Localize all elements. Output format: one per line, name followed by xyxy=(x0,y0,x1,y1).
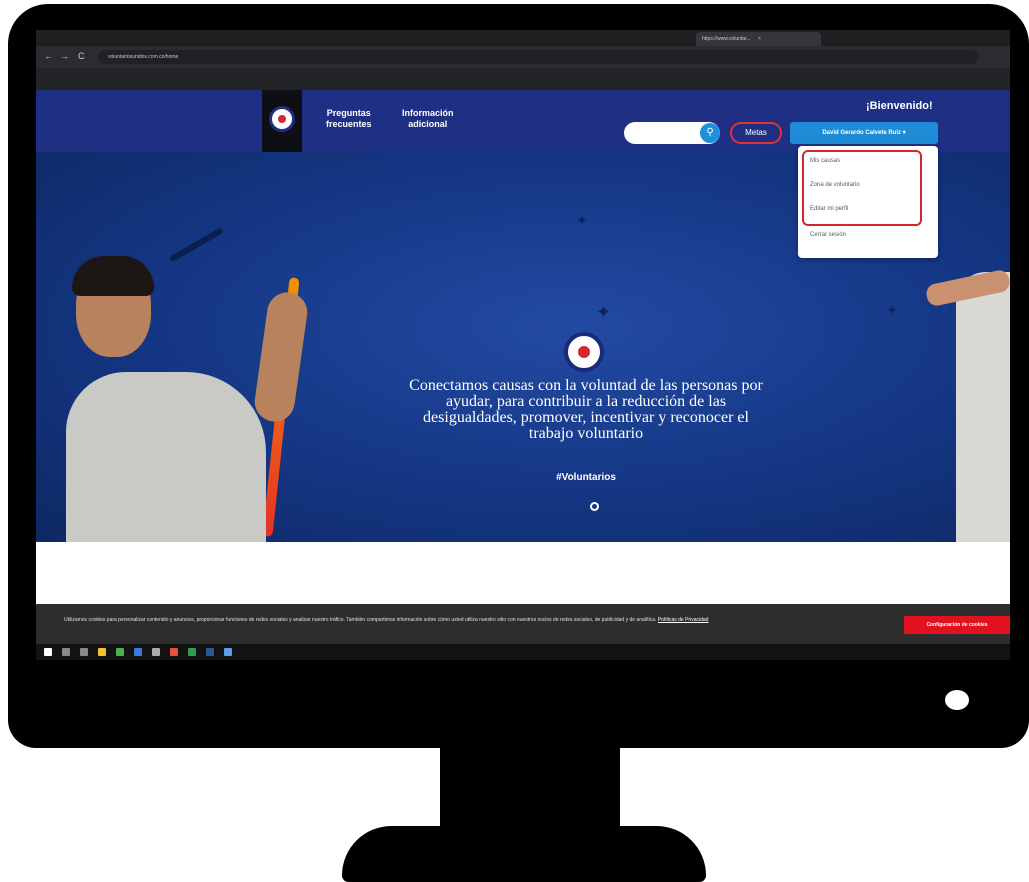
welcome-text: ¡Bienvenido! xyxy=(866,100,933,112)
hashtag: #Voluntarios xyxy=(556,472,616,483)
user-menu-button[interactable]: David Gerardo Calvete Ruiz ▾ xyxy=(790,122,938,144)
browser-tab[interactable]: https://www.voluntar... × xyxy=(696,32,821,46)
highlight-box xyxy=(802,150,922,226)
monitor-illustration: https://www.voluntar... × ← → C voluntar… xyxy=(0,0,1029,882)
os-taskbar xyxy=(36,644,1010,660)
chrome-icon[interactable] xyxy=(152,648,160,656)
privacy-policy-link[interactable]: Políticas de Privacidad xyxy=(658,617,709,623)
nav-link-info[interactable]: Información adicional xyxy=(402,108,454,130)
browser-toolbar: ← → C voluntariosunidos.com.co/home xyxy=(36,46,1010,68)
folder-icon[interactable] xyxy=(98,648,106,656)
browser-tab-bar: https://www.voluntar... × xyxy=(36,30,1010,46)
site-logo[interactable] xyxy=(262,90,302,152)
metas-button[interactable]: Metas xyxy=(730,122,782,144)
app-icon[interactable] xyxy=(116,648,124,656)
bookmarks-bar xyxy=(36,68,1010,90)
app-icon[interactable] xyxy=(224,648,232,656)
hero-headline: Conectamos causas con la voluntad de las… xyxy=(409,377,763,442)
cookie-banner: Utilizamos cookies para personalizar con… xyxy=(36,604,1010,644)
forward-icon[interactable]: → xyxy=(60,51,69,61)
nav-link-faq[interactable]: Preguntas frecuentes xyxy=(326,108,372,130)
app-icon[interactable] xyxy=(134,648,142,656)
tab-title: https://www.voluntar... xyxy=(702,36,751,42)
menu-item-cerrar-sesion[interactable]: Cerrar sesión xyxy=(810,232,846,238)
start-icon[interactable] xyxy=(44,648,52,656)
reload-icon[interactable]: C xyxy=(78,51,85,61)
monitor-base xyxy=(342,826,706,882)
volunteer-photo-left xyxy=(36,252,336,542)
search-taskbar-icon[interactable] xyxy=(62,648,70,656)
tab-close-icon[interactable]: × xyxy=(758,36,761,42)
sparkle-icon: ✦ xyxy=(576,212,588,228)
url-text: voluntariosunidos.com.co/home xyxy=(108,54,179,60)
task-view-icon[interactable] xyxy=(80,648,88,656)
excel-icon[interactable] xyxy=(188,648,196,656)
site-header: Preguntas frecuentes Información adicion… xyxy=(36,90,1010,152)
carousel-dot[interactable] xyxy=(590,502,599,511)
word-icon[interactable] xyxy=(206,648,214,656)
cookie-settings-button[interactable]: Configuración de cookies xyxy=(904,616,1010,634)
address-bar[interactable]: voluntariosunidos.com.co/home xyxy=(98,50,978,64)
volunteer-photo-right xyxy=(924,232,1010,542)
search-icon[interactable]: ⚲ xyxy=(700,123,720,143)
sparkle-icon: ✦ xyxy=(596,302,612,322)
voluntarios-seal-icon xyxy=(564,332,604,372)
app-icon[interactable] xyxy=(170,648,178,656)
power-indicator xyxy=(945,690,969,710)
cookie-text: Utilizamos cookies para personalizar con… xyxy=(64,617,709,623)
sparkle-icon: ✦ xyxy=(886,302,898,318)
back-icon[interactable]: ← xyxy=(44,51,53,61)
screen: https://www.voluntar... × ← → C voluntar… xyxy=(36,30,1010,660)
logo-seal-icon xyxy=(269,106,295,132)
monitor-neck xyxy=(440,748,620,834)
